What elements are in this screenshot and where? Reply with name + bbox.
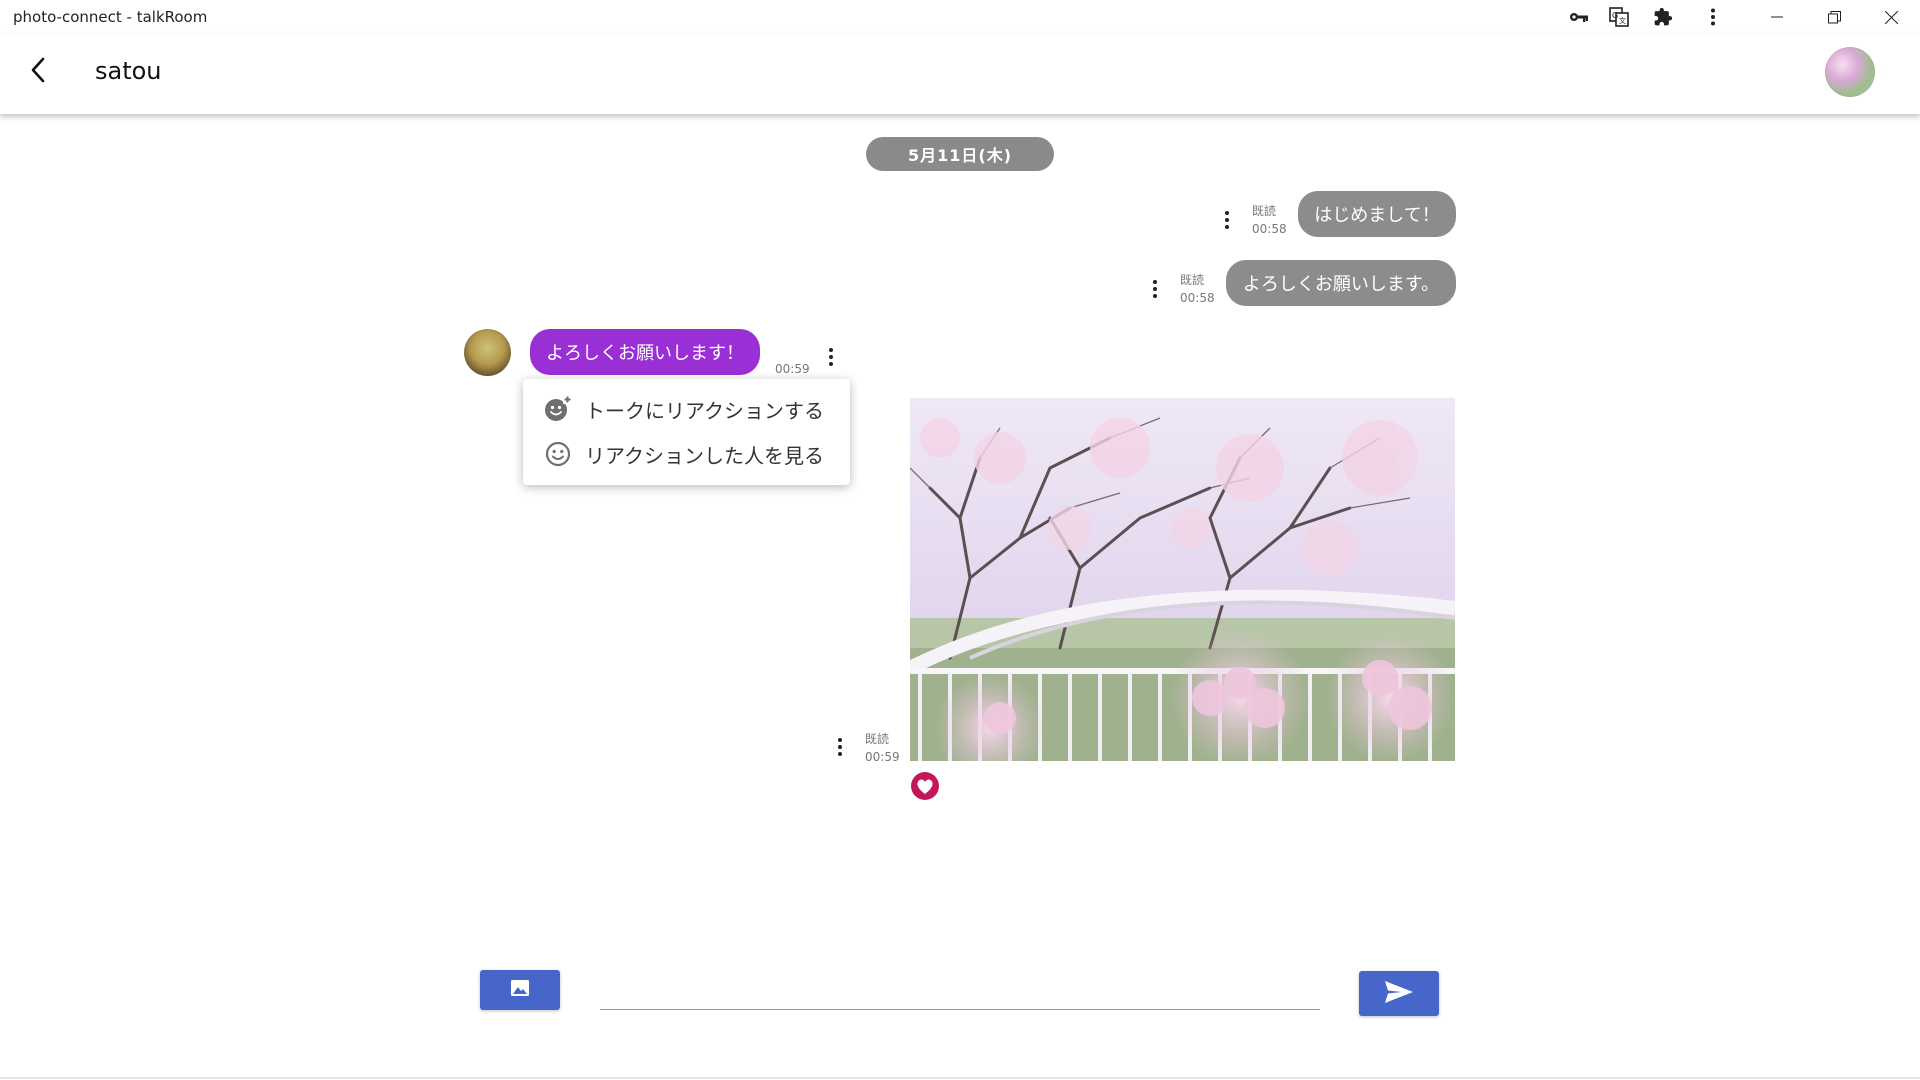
key-icon[interactable] <box>1565 4 1593 30</box>
page-title: satou <box>95 57 162 85</box>
restore-button[interactable] <box>1806 0 1862 34</box>
add-reaction-icon <box>543 394 573 424</box>
message-time: 00:58 <box>1180 291 1215 305</box>
message-time: 00:58 <box>1252 222 1287 236</box>
more-vertical-icon[interactable] <box>1699 4 1727 30</box>
message-meta: 既読 00:58 <box>1252 202 1287 238</box>
heart-icon[interactable] <box>910 771 940 801</box>
date-chip: 5月11日(木) <box>866 137 1054 171</box>
menu-item-label: トークにリアクションする <box>585 398 824 423</box>
send-button[interactable] <box>1359 971 1439 1016</box>
image-upload-button[interactable] <box>480 970 560 1010</box>
avatar[interactable] <box>464 329 511 376</box>
back-button[interactable] <box>20 54 56 90</box>
window-titlebar: photo-connect - talkRoom G文 <box>0 0 1920 34</box>
extension-icon[interactable] <box>1649 4 1677 30</box>
menu-item-view-reactions[interactable]: リアクションした人を見る <box>523 432 850 476</box>
reaction-menu: トークにリアクションする リアクションした人を見る <box>523 379 850 485</box>
message-bubble[interactable]: よろしくお願いします！ <box>530 329 760 375</box>
chevron-left-icon <box>30 57 46 87</box>
message-menu-button[interactable] <box>833 735 847 759</box>
message-menu-button[interactable] <box>1220 208 1234 232</box>
app-header: satou <box>0 34 1920 114</box>
window-title: photo-connect - talkRoom <box>13 8 208 26</box>
message-meta: 既読 00:59 <box>865 730 900 766</box>
message-meta: 既読 00:58 <box>1180 271 1215 307</box>
menu-item-add-reaction[interactable]: トークにリアクションする <box>523 387 850 431</box>
message-bubble[interactable]: はじめまして！ <box>1298 191 1456 237</box>
smiley-icon <box>543 439 573 469</box>
photo-message[interactable] <box>910 398 1455 761</box>
translate-icon[interactable]: G文 <box>1605 4 1633 30</box>
read-status: 既読 <box>1180 273 1205 287</box>
image-icon <box>510 979 530 1001</box>
menu-item-label: リアクションした人を見る <box>585 443 824 468</box>
message-input[interactable] <box>600 960 1320 1010</box>
svg-text:文: 文 <box>1619 16 1626 25</box>
message-bubble[interactable]: よろしくお願いします。 <box>1226 260 1456 306</box>
message-menu-button[interactable] <box>1148 277 1162 301</box>
message-time: 00:59 <box>865 750 900 764</box>
avatar[interactable] <box>1825 47 1875 97</box>
svg-text:G: G <box>1612 11 1618 20</box>
message-time: 00:59 <box>775 362 810 376</box>
minimize-button[interactable] <box>1749 0 1805 34</box>
close-button[interactable] <box>1863 0 1919 34</box>
read-status: 既読 <box>1252 204 1277 218</box>
send-icon <box>1384 980 1414 1008</box>
divider <box>0 1077 1920 1079</box>
read-status: 既読 <box>865 732 890 746</box>
message-menu-button[interactable] <box>824 345 838 369</box>
